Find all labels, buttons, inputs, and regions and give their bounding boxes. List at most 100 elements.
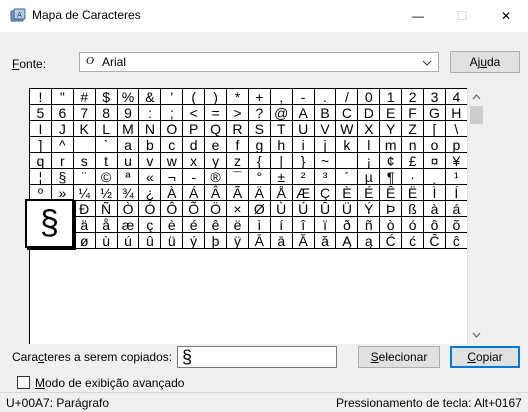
character-cell[interactable]: ·	[402, 169, 425, 185]
character-cell[interactable]: Ă	[292, 233, 315, 249]
character-cell[interactable]: Í	[445, 185, 468, 201]
grid-scrollbar[interactable]	[467, 88, 484, 344]
character-cell[interactable]: á	[445, 201, 468, 217]
character-cell[interactable]: V	[314, 121, 337, 137]
character-cell[interactable]: Ð	[73, 201, 96, 217]
character-cell[interactable]: C	[336, 105, 359, 121]
character-cell[interactable]: F	[402, 105, 425, 121]
character-cell[interactable]: ê	[205, 217, 228, 233]
character-cell[interactable]: Ć	[380, 233, 403, 249]
font-select[interactable]: O Arial	[79, 52, 439, 72]
character-cell[interactable]: y	[205, 153, 228, 169]
character-cell[interactable]: <	[183, 105, 206, 121]
character-cell[interactable]: ß	[402, 201, 425, 217]
character-cell[interactable]: ×	[227, 201, 249, 217]
character-cell[interactable]: Ā	[248, 233, 271, 249]
character-cell[interactable]: "	[51, 89, 74, 105]
character-cell[interactable]: å	[95, 217, 118, 233]
character-cell[interactable]: j	[314, 137, 337, 153]
character-cell[interactable]: 0	[358, 89, 381, 105]
character-cell[interactable]: z	[227, 153, 249, 169]
character-cell[interactable]: t	[95, 153, 118, 169]
character-cell[interactable]: û	[139, 233, 162, 249]
character-cell[interactable]: &	[139, 89, 162, 105]
character-cell[interactable]: Ì	[424, 185, 446, 201]
character-cell[interactable]: Z	[402, 121, 425, 137]
character-cell[interactable]: Ù	[270, 201, 293, 217]
character-cell[interactable]: ®	[205, 169, 228, 185]
character-cell[interactable]: R	[227, 121, 249, 137]
character-cell[interactable]: Q	[205, 121, 228, 137]
character-cell[interactable]: _	[73, 137, 96, 153]
character-cell[interactable]: e	[205, 137, 228, 153]
character-cell[interactable]: ć	[402, 233, 425, 249]
character-cell[interactable]: ¥	[445, 153, 468, 169]
character-cell[interactable]: ´	[336, 169, 359, 185]
character-cell[interactable]: /	[336, 89, 359, 105]
character-cell[interactable]: Ú	[292, 201, 315, 217]
character-cell[interactable]: =	[205, 105, 228, 121]
character-cell[interactable]: k	[336, 137, 359, 153]
character-cell[interactable]	[336, 153, 359, 169]
character-cell[interactable]: L	[95, 121, 118, 137]
character-cell[interactable]: @	[270, 105, 293, 121]
character-cell[interactable]: Ë	[402, 185, 425, 201]
character-cell[interactable]: P	[183, 121, 206, 137]
close-button[interactable]: ✕	[484, 0, 528, 32]
character-cell[interactable]: +	[248, 89, 271, 105]
character-cell[interactable]: Û	[314, 201, 337, 217]
character-cell[interactable]: ^	[51, 137, 74, 153]
character-cell[interactable]: }	[292, 153, 315, 169]
character-cell[interactable]: I	[30, 121, 52, 137]
character-cell[interactable]: )	[205, 89, 228, 105]
character-cell[interactable]: Æ	[292, 185, 315, 201]
scroll-thumb[interactable]	[470, 106, 483, 124]
character-cell[interactable]: ²	[292, 169, 315, 185]
title-bar[interactable]: A Mapa de Caracteres — ☐ ✕	[0, 0, 528, 32]
character-cell[interactable]: r	[51, 153, 74, 169]
character-cell[interactable]: ă	[314, 233, 337, 249]
character-cell[interactable]: -	[183, 169, 206, 185]
character-cell[interactable]: m	[380, 137, 403, 153]
help-button[interactable]: Ajuda	[450, 51, 520, 73]
character-cell[interactable]: 4	[445, 89, 468, 105]
copy-button[interactable]: Copiar	[450, 346, 520, 368]
character-cell[interactable]: X	[358, 121, 381, 137]
character-cell[interactable]: [	[424, 121, 446, 137]
character-cell[interactable]: E	[380, 105, 403, 121]
character-cell[interactable]: ä	[73, 217, 96, 233]
character-cell[interactable]: ù	[95, 233, 118, 249]
character-cell[interactable]: ¨	[73, 169, 96, 185]
character-cell[interactable]: ú	[117, 233, 140, 249]
character-cell[interactable]: ¡	[358, 153, 381, 169]
character-cell[interactable]: w	[161, 153, 184, 169]
character-cell[interactable]: A	[292, 105, 315, 121]
character-cell[interactable]: °	[248, 169, 271, 185]
character-cell[interactable]: |	[270, 153, 293, 169]
character-cell[interactable]: Ã	[227, 185, 249, 201]
character-cell[interactable]: Ö	[205, 201, 228, 217]
character-cell[interactable]: ¦	[30, 169, 52, 185]
character-cell[interactable]: 2	[402, 89, 425, 105]
character-cell[interactable]: b	[139, 137, 162, 153]
character-cell[interactable]: 1	[380, 89, 403, 105]
character-cell[interactable]: ¸	[424, 169, 446, 185]
character-cell[interactable]: Â	[205, 185, 228, 201]
character-cell[interactable]: H	[445, 105, 468, 121]
character-cell[interactable]: Ý	[358, 201, 381, 217]
character-cell[interactable]: í	[270, 217, 293, 233]
character-cell[interactable]: ¿	[139, 185, 162, 201]
character-cell[interactable]: ò	[380, 217, 403, 233]
character-cell[interactable]: Ò	[117, 201, 140, 217]
character-cell[interactable]: Þ	[380, 201, 403, 217]
character-cell[interactable]: {	[248, 153, 271, 169]
character-cell[interactable]: W	[336, 121, 359, 137]
character-cell[interactable]: v	[139, 153, 162, 169]
character-cell[interactable]: î	[292, 217, 315, 233]
minimize-button[interactable]: —	[396, 0, 440, 32]
character-cell[interactable]: #	[73, 89, 96, 105]
character-cell[interactable]: 8	[95, 105, 118, 121]
character-cell[interactable]: µ	[358, 169, 381, 185]
character-cell[interactable]: c	[161, 137, 184, 153]
character-cell[interactable]: 6	[51, 105, 74, 121]
